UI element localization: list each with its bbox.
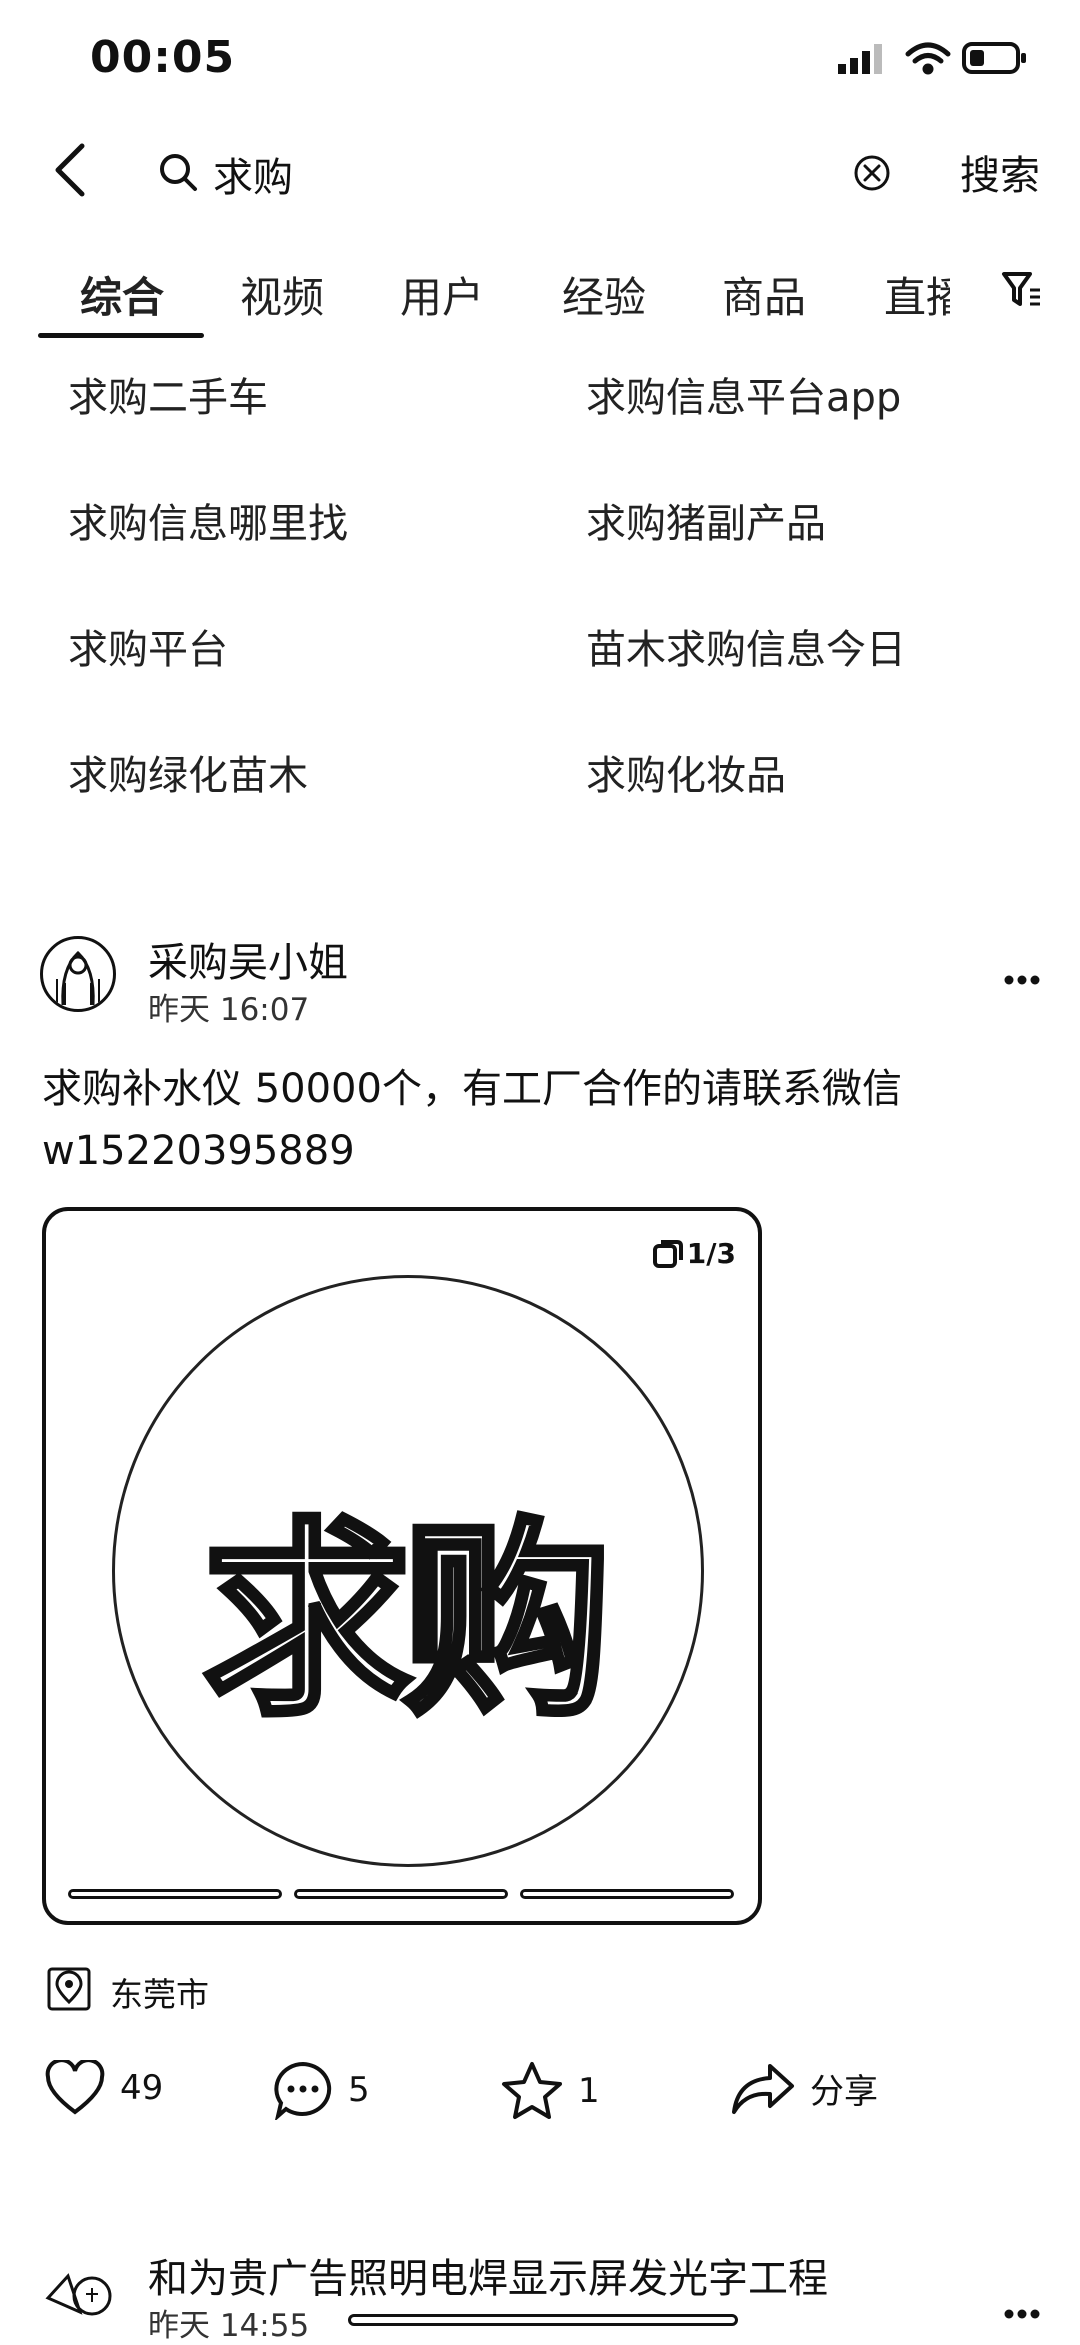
more-icon [1004, 975, 1040, 985]
post-time: 昨天 16:07 [148, 992, 310, 1028]
image-counter-text: 1/3 [686, 1237, 736, 1270]
image-pager-dot [520, 1889, 734, 1899]
share-icon [732, 2064, 794, 2114]
search-icon [158, 152, 198, 196]
tab-video[interactable]: 视频 [240, 264, 324, 325]
star-icon [502, 2062, 562, 2119]
post-author[interactable]: 采购吴小姐 [148, 930, 348, 988]
status-time: 00:05 [90, 32, 236, 83]
image-pager-dot [68, 1889, 282, 1899]
tab-live[interactable]: 直播 [884, 264, 950, 325]
tab-products[interactable]: 商品 [722, 264, 806, 325]
share-button[interactable]: 分享 [730, 2060, 878, 2116]
active-tab-indicator [38, 333, 204, 338]
heart-icon [45, 2060, 105, 2115]
tab-overall[interactable]: 综合 [80, 264, 164, 325]
clear-search-button[interactable] [852, 153, 892, 197]
avatar[interactable] [40, 936, 116, 1012]
images-icon [652, 1239, 683, 1268]
image-pager-dot [294, 1889, 508, 1899]
post-text[interactable]: 求购补水仪 50000个，有工厂合作的请联系微信w15220395889 [42, 1058, 1042, 1182]
comment-icon [274, 2061, 332, 2120]
image-counter: 1/3 [652, 1237, 736, 1270]
search-input[interactable]: 求购 [213, 145, 293, 203]
suggestion-item[interactable]: 求购二手车 [68, 365, 268, 423]
filter-icon [1002, 272, 1040, 306]
post-time: 昨天 14:55 [148, 2308, 310, 2344]
suggestion-item[interactable]: 求购绿化苗木 [68, 743, 308, 801]
wifi-icon [905, 42, 951, 75]
suggestion-item[interactable]: 求购化妆品 [586, 743, 786, 801]
location-icon [46, 1966, 92, 2016]
tab-bar: 综合 视频 用户 经验 商品 直播 [0, 258, 1080, 338]
back-button[interactable] [48, 140, 98, 200]
suggestion-item[interactable]: 求购信息平台app [586, 365, 901, 423]
filter-button[interactable] [1000, 268, 1044, 316]
suggestion-item[interactable]: 苗木求购信息今日 [586, 617, 906, 675]
status-icons [836, 38, 1036, 82]
comment-button[interactable]: 5 [272, 2060, 370, 2120]
suggestion-item[interactable]: 求购信息哪里找 [68, 491, 348, 549]
comment-count: 5 [348, 2070, 370, 2110]
image-headline: 求购 [199, 1496, 615, 1747]
clear-icon [854, 155, 890, 191]
share-label: 分享 [810, 2071, 878, 2112]
post-author[interactable]: 和为贵广告照明电焊显示屏发光字工程 [148, 2246, 828, 2304]
search-button[interactable]: 搜索 [960, 143, 1040, 201]
tab-users[interactable]: 用户 [400, 264, 484, 325]
more-icon [1004, 2309, 1040, 2319]
post-location[interactable]: 东莞市 [110, 1968, 209, 2016]
like-button[interactable]: 49 [44, 2060, 163, 2116]
suggestion-item[interactable]: 求购平台 [68, 617, 228, 675]
battery-icon [962, 42, 1026, 74]
more-options-button[interactable] [1004, 2284, 1040, 2330]
more-options-button[interactable] [1004, 950, 1040, 996]
home-indicator [348, 2314, 738, 2326]
signal-icon [838, 44, 882, 74]
post-image-card[interactable]: 1/3 求购 [42, 1207, 762, 1925]
suggestion-item[interactable]: 求购猪副产品 [586, 491, 826, 549]
favorite-button[interactable]: 1 [500, 2060, 600, 2122]
tab-experience[interactable]: 经验 [562, 264, 646, 325]
favorite-count: 1 [578, 2071, 600, 2111]
chevron-left-icon [55, 143, 85, 197]
like-count: 49 [120, 2068, 164, 2108]
avatar[interactable] [40, 2252, 116, 2328]
